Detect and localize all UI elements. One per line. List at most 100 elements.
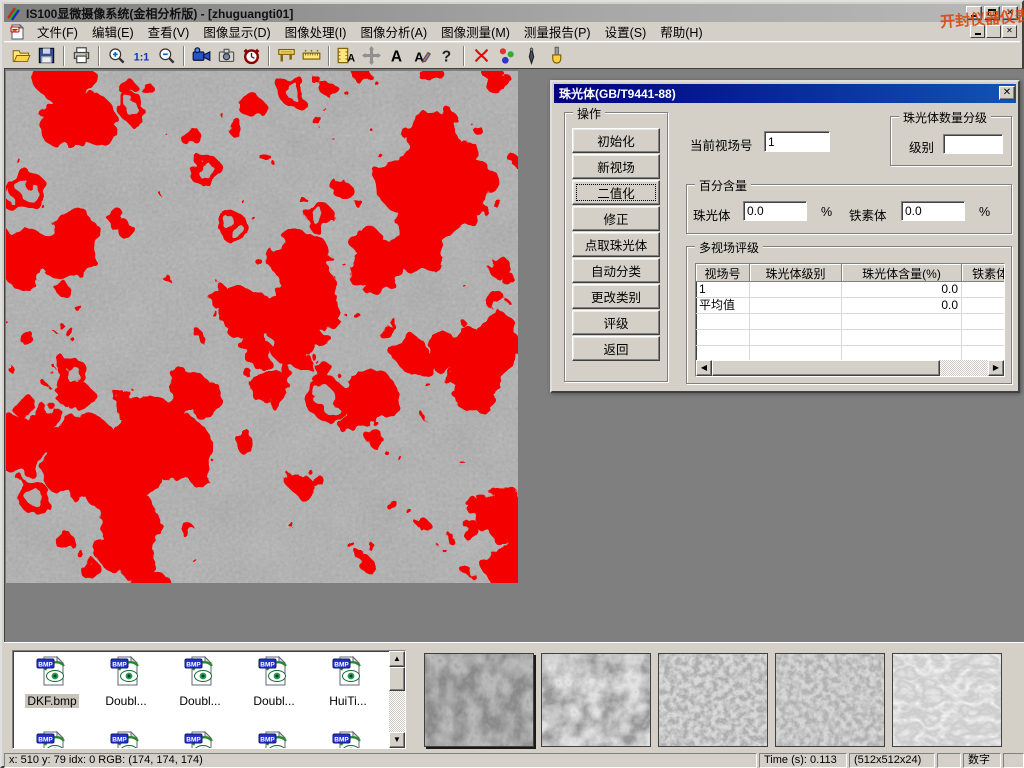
menu-item-0[interactable]: 文件(F) xyxy=(30,20,85,43)
zoom-actual-icon: 1:1 xyxy=(132,46,151,65)
scrollbar-track[interactable] xyxy=(940,360,988,376)
ruler-button[interactable] xyxy=(299,44,324,67)
preview-thumbnail-0[interactable] xyxy=(424,653,534,747)
bmp-file-icon: BMP xyxy=(184,730,216,749)
menu-item-9[interactable]: 帮助(H) xyxy=(653,20,709,43)
table-column-header-3[interactable]: 铁素体含量(%) xyxy=(962,264,1004,282)
video-capture-button[interactable] xyxy=(189,44,214,67)
scrollbar-thumb[interactable] xyxy=(712,360,940,376)
camera-capture-icon xyxy=(217,46,236,65)
annotate-icon: A xyxy=(412,46,431,65)
scroll-down-button[interactable]: ▼ xyxy=(389,732,405,748)
pct-input-0[interactable] xyxy=(743,201,807,221)
zoom-actual-button[interactable]: 1:1 xyxy=(129,44,154,67)
table-row-3[interactable] xyxy=(696,330,1004,346)
table-row-2[interactable] xyxy=(696,314,1004,330)
camera-capture-button[interactable] xyxy=(214,44,239,67)
file-item-row2-0[interactable]: BMP xyxy=(15,730,89,749)
file-item-1[interactable]: BMPDoubl... xyxy=(89,655,163,708)
level-input[interactable] xyxy=(943,134,1003,154)
operation-button-2[interactable]: 二值化 xyxy=(572,180,660,205)
operation-button-3[interactable]: 修正 xyxy=(572,206,660,231)
file-item-row2-3[interactable]: BMP xyxy=(237,730,311,749)
table-column-header-1[interactable]: 珠光体级别 xyxy=(750,264,842,282)
file-item-row2-4[interactable]: BMP xyxy=(311,730,385,749)
timer-button[interactable] xyxy=(239,44,264,67)
menu-item-8[interactable]: 设置(S) xyxy=(598,20,654,43)
file-item-3[interactable]: BMPDoubl... xyxy=(237,655,311,708)
file-item-0[interactable]: BMPDKF.bmp xyxy=(15,655,89,708)
grading-group-label: 珠光体数量分级 xyxy=(899,109,991,126)
menu-item-2[interactable]: 查看(V) xyxy=(141,20,197,43)
menu-item-1[interactable]: 编辑(E) xyxy=(85,20,141,43)
micrograph-image[interactable] xyxy=(6,71,518,583)
print-icon xyxy=(72,46,91,65)
preview-thumbnail-1[interactable] xyxy=(541,653,651,747)
menu-item-7[interactable]: 测量报告(P) xyxy=(517,20,598,43)
dialog-title-bar[interactable]: 珠光体(GB/T9441-88) xyxy=(554,84,1016,103)
menu-item-3[interactable]: 图像显示(D) xyxy=(196,20,277,43)
preview-thumbnail-2[interactable] xyxy=(658,653,768,747)
count-points-button[interactable] xyxy=(494,44,519,67)
paint-brush-icon xyxy=(547,46,566,65)
pct-label-0: 珠光体 xyxy=(693,205,731,224)
restore-icon xyxy=(989,27,998,36)
minimize-button[interactable] xyxy=(966,6,982,20)
zoom-in-button[interactable] xyxy=(104,44,129,67)
menu-item-5[interactable]: 图像分析(A) xyxy=(353,20,434,43)
operation-button-1[interactable]: 新视场 xyxy=(572,154,660,179)
help-button[interactable]: ? xyxy=(434,44,459,67)
text-label-button[interactable]: A xyxy=(384,44,409,67)
paint-brush-button[interactable] xyxy=(544,44,569,67)
preview-thumbnail-4[interactable] xyxy=(892,653,1002,747)
multi-field-table: 视场号珠光体级别珠光体含量(%)铁素体含量(%) 10.0平均值0.0 ◀ ▶ xyxy=(695,263,1005,377)
annotate-button[interactable]: A xyxy=(409,44,434,67)
menu-item-6[interactable]: 图像测量(M) xyxy=(434,20,517,43)
svg-text:BMP: BMP xyxy=(334,736,349,743)
app-icon xyxy=(6,5,22,21)
menu-items: 文件(F)编辑(E)查看(V)图像显示(D)图像处理(I)图像分析(A)图像测量… xyxy=(30,20,710,43)
preview-thumbnail-3[interactable] xyxy=(775,653,885,747)
scrollbar-thumb[interactable] xyxy=(389,667,405,691)
caliper-button[interactable] xyxy=(274,44,299,67)
operation-button-4[interactable]: 点取珠光体 xyxy=(572,232,660,257)
table-column-header-0[interactable]: 视场号 xyxy=(696,264,750,282)
scroll-left-button[interactable]: ◀ xyxy=(696,360,712,376)
mdi-minimize-button[interactable] xyxy=(970,25,985,38)
mdi-close-button[interactable]: ✕ xyxy=(1002,25,1017,38)
table-row-1[interactable]: 平均值0.0 xyxy=(696,298,1004,314)
save-button[interactable] xyxy=(34,44,59,67)
measure-label-button[interactable]: A xyxy=(334,44,359,67)
close-button[interactable]: ✕ xyxy=(1002,6,1018,20)
timer-icon xyxy=(242,46,261,65)
file-item-row2-1[interactable]: BMP xyxy=(89,730,163,749)
operation-button-7[interactable]: 评级 xyxy=(572,310,660,335)
pointer-pen-button[interactable] xyxy=(519,44,544,67)
table-column-header-2[interactable]: 珠光体含量(%) xyxy=(842,264,962,282)
table-cell xyxy=(842,314,962,329)
table-horizontal-scrollbar[interactable]: ◀ ▶ xyxy=(696,360,1004,376)
move-button[interactable] xyxy=(359,44,384,67)
pct-input-1[interactable] xyxy=(901,201,965,221)
current-field-input[interactable] xyxy=(764,131,830,152)
mdi-restore-button[interactable] xyxy=(986,25,1001,38)
dialog-close-button[interactable]: ✕ xyxy=(999,86,1015,100)
operation-button-5[interactable]: 自动分类 xyxy=(572,258,660,283)
operation-button-6[interactable]: 更改类别 xyxy=(572,284,660,309)
open-file-button[interactable] xyxy=(9,44,34,67)
scroll-right-button[interactable]: ▶ xyxy=(988,360,1004,376)
application-window: IS100显微摄像系统(金相分析版) - [zhuguangti01] ✕ 文件… xyxy=(0,0,1024,768)
operation-button-0[interactable]: 初始化 xyxy=(572,128,660,153)
operation-button-8[interactable]: 返回 xyxy=(572,336,660,361)
file-item-2[interactable]: BMPDoubl... xyxy=(163,655,237,708)
print-button[interactable] xyxy=(69,44,94,67)
curve-tool-button[interactable] xyxy=(469,44,494,67)
menu-item-4[interactable]: 图像处理(I) xyxy=(278,20,354,43)
maximize-button[interactable] xyxy=(984,6,1000,20)
zoom-out-button[interactable] xyxy=(154,44,179,67)
table-row-0[interactable]: 10.0 xyxy=(696,282,1004,298)
file-item-4[interactable]: BMPHuiTi... xyxy=(311,655,385,708)
scroll-up-button[interactable]: ▲ xyxy=(389,651,405,667)
file-item-row2-2[interactable]: BMP xyxy=(163,730,237,749)
file-list-scrollbar[interactable]: ▲ ▼ xyxy=(389,651,405,748)
